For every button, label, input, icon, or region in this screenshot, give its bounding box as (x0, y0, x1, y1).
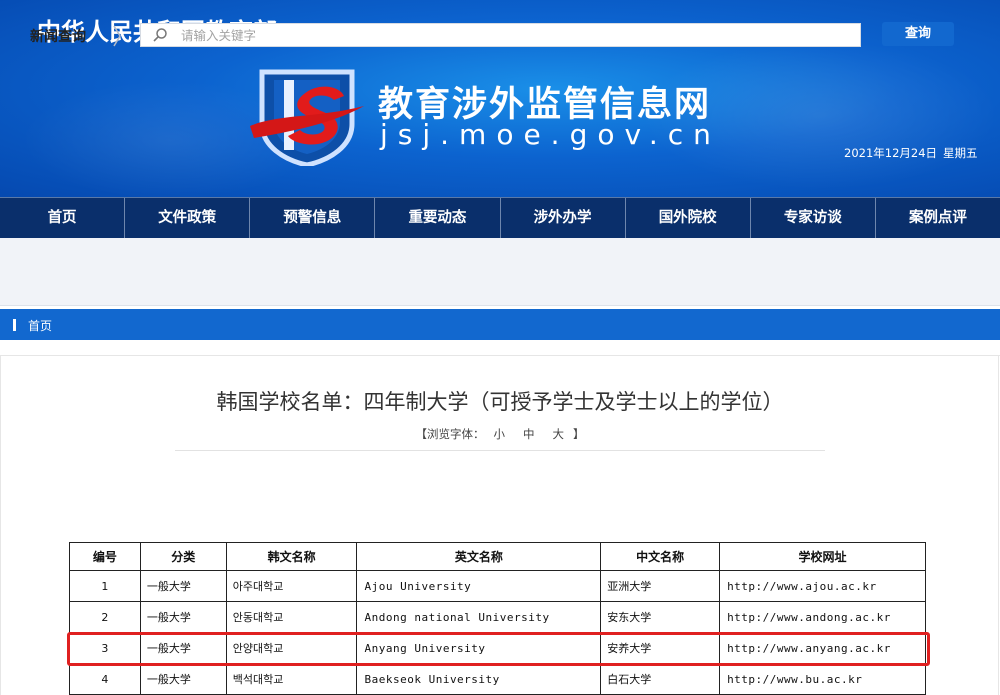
table-row: 2 一般大学 안동대학교 Andong national University … (69, 601, 926, 633)
title-divider (175, 450, 825, 451)
column-header: 编号 (69, 542, 141, 571)
search-icon (153, 28, 167, 42)
cell-school-url[interactable]: http://www.andong.ac.kr (719, 601, 926, 633)
cell-korean-name: 안양대학교 (225, 632, 358, 664)
cell-number: 2 (69, 601, 141, 633)
news-search-bar (0, 238, 1000, 306)
korean-schools-table: 编号 分类 韩文名称 英文名称 中文名称 学校网址 1 一般大学 아주대학교 A… (69, 542, 926, 695)
cell-category: 一般大学 (139, 663, 227, 695)
cell-chinese-name: 安东大学 (600, 601, 721, 633)
nav-item-news[interactable]: 重要动态 (375, 198, 501, 238)
font-medium-button[interactable]: 中 (523, 427, 535, 441)
cell-category: 一般大学 (139, 601, 227, 633)
font-size-suffix: 】 (573, 427, 585, 441)
nav-item-policy[interactable]: 文件政策 (125, 198, 251, 238)
table-row: 4 一般大学 백석대학교 Baekseok University 白石大学 ht… (69, 663, 926, 695)
font-large-button[interactable]: 大 (553, 427, 565, 441)
cell-number: 1 (69, 570, 141, 602)
cell-korean-name: 안동대학교 (225, 601, 358, 633)
cell-korean-name: 아주대학교 (225, 570, 358, 602)
cell-school-url[interactable]: http://www.anyang.ac.kr (719, 632, 926, 664)
breadcrumb-home-link[interactable]: 首页 (28, 317, 52, 334)
nav-item-warnings[interactable]: 预警信息 (250, 198, 376, 238)
table-row-highlighted: 3 一般大学 안양대학교 Anyang University 安养大学 http… (69, 632, 926, 664)
cell-english-name: Anyang University (356, 632, 602, 664)
cell-school-url[interactable]: http://www.ajou.ac.kr (719, 570, 926, 602)
font-size-prefix: 【浏览字体： (415, 427, 485, 441)
table-header-row: 编号 分类 韩文名称 英文名称 中文名称 学校网址 (69, 542, 926, 571)
column-header: 中文名称 (600, 542, 721, 571)
search-input[interactable] (181, 23, 851, 47)
cell-category: 一般大学 (139, 632, 227, 664)
cell-english-name: Baekseok University (356, 663, 602, 695)
site-domain: jsj.moe.gov.cn (380, 118, 721, 151)
table-row: 1 一般大学 아주대학교 Ajou University 亚洲大学 http:/… (69, 570, 926, 602)
nav-item-home[interactable]: 首页 (0, 198, 126, 238)
search-title: 新闻查询 (30, 29, 86, 45)
column-header: 英文名称 (356, 542, 602, 571)
article-title: 韩国学校名单：四年制大学（可授予学士及学士以上的学位） (216, 390, 784, 414)
shield-js-logo-icon[interactable] (248, 66, 366, 166)
column-header: 学校网址 (719, 542, 926, 571)
cell-korean-name: 백석대학교 (225, 663, 358, 695)
main-nav: 首页 文件政策 预警信息 重要动态 涉外办学 国外院校 专家访谈 案例点评 (0, 197, 1000, 238)
nav-item-cases[interactable]: 案例点评 (876, 198, 1000, 238)
cell-chinese-name: 白石大学 (600, 663, 721, 695)
cell-chinese-name: 安养大学 (600, 632, 721, 664)
chevron-right-icon (113, 25, 121, 47)
cell-number: 3 (69, 632, 141, 664)
nav-item-interviews[interactable]: 专家访谈 (751, 198, 876, 238)
cell-chinese-name: 亚洲大学 (600, 570, 721, 602)
cell-english-name: Ajou University (356, 570, 602, 602)
cell-school-url[interactable]: http://www.bu.ac.kr (719, 663, 926, 695)
date-text: 2021年12月24日 (844, 146, 938, 160)
nav-item-foreign-programs[interactable]: 涉外办学 (501, 198, 626, 238)
column-header: 韩文名称 (225, 542, 358, 571)
breadcrumb: 首页 (0, 309, 1000, 340)
cell-english-name: Andong national University (356, 601, 602, 633)
font-size-selector: 【浏览字体： 小 中 大】 (0, 426, 1000, 442)
cell-category: 一般大学 (139, 570, 227, 602)
search-button[interactable]: 查询 (882, 22, 954, 46)
cell-number: 4 (69, 663, 141, 695)
current-date: 2021年12月24日 星期五 (844, 145, 978, 161)
column-header: 分类 (139, 542, 227, 571)
weekday-text: 星期五 (943, 146, 978, 160)
font-small-button[interactable]: 小 (494, 427, 506, 441)
breadcrumb-marker (13, 319, 16, 331)
nav-item-foreign-schools[interactable]: 国外院校 (626, 198, 751, 238)
